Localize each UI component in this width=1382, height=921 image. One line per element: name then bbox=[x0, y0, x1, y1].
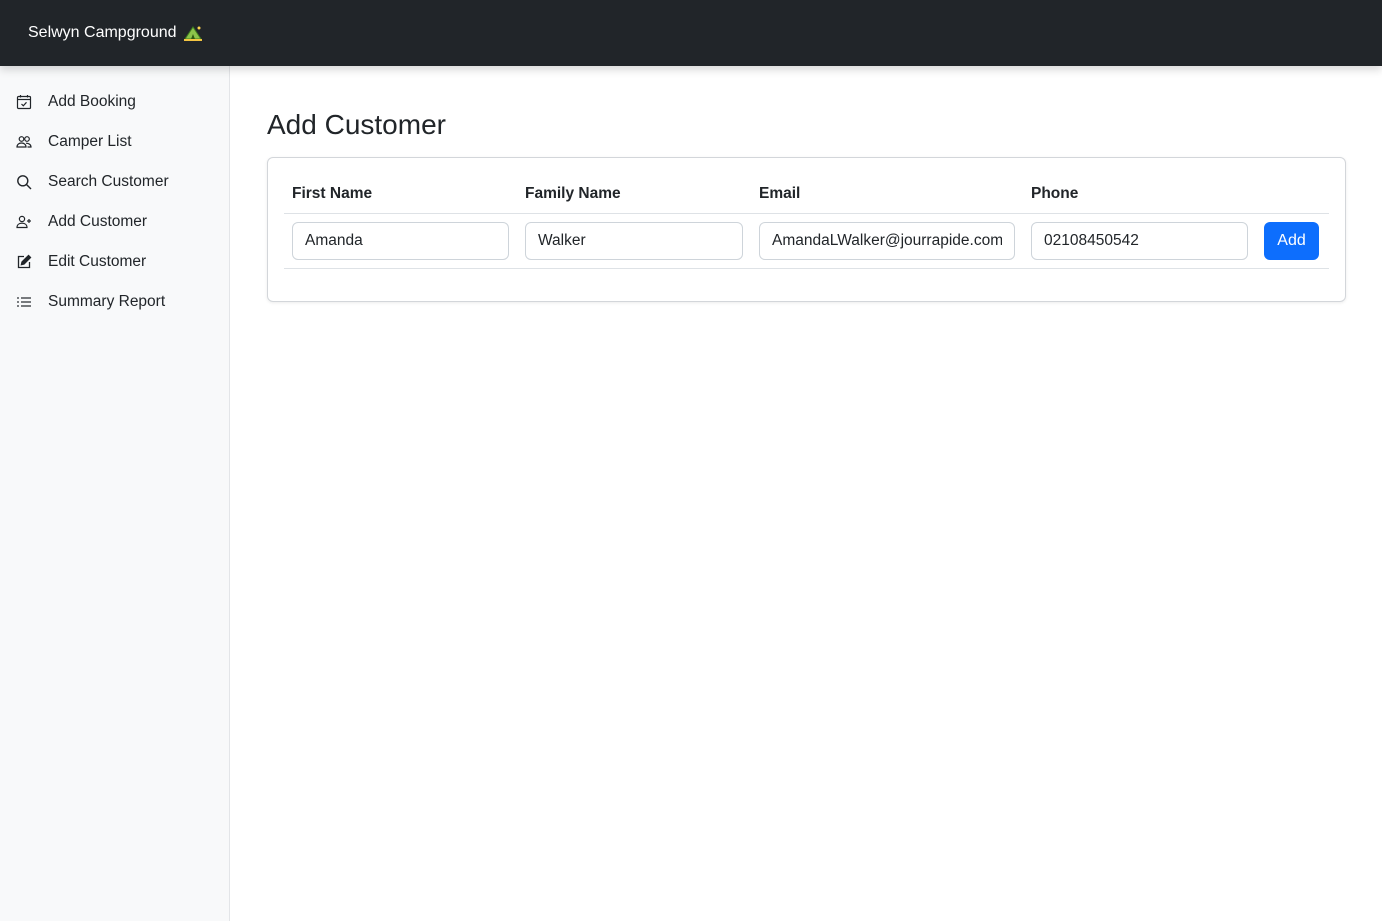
people-icon bbox=[16, 134, 32, 150]
sidebar-item-label: Edit Customer bbox=[48, 253, 147, 270]
sidebar-item-label: Add Booking bbox=[48, 93, 136, 110]
header-family-name: Family Name bbox=[517, 174, 751, 214]
pencil-square-icon bbox=[16, 254, 32, 270]
main-content: Add Customer First Name Family Name Emai… bbox=[267, 66, 1346, 302]
sidebar-item-search-customer[interactable]: Search Customer bbox=[0, 162, 229, 202]
sidebar-item-edit-customer[interactable]: Edit Customer bbox=[0, 242, 229, 282]
add-customer-card: First Name Family Name Email Phone Amand… bbox=[267, 157, 1346, 302]
brand-link[interactable]: Selwyn Campground bbox=[28, 23, 203, 43]
sidebar-item-summary-report[interactable]: Summary Report bbox=[0, 282, 229, 322]
add-customer-form: First Name Family Name Email Phone Amand… bbox=[284, 174, 1329, 269]
table-row: Add bbox=[284, 213, 1329, 269]
top-navbar: Selwyn Campground bbox=[0, 0, 1382, 66]
cell-phone bbox=[1023, 213, 1256, 269]
first-name-input[interactable] bbox=[292, 222, 509, 260]
header-first-name: First Name bbox=[284, 174, 517, 214]
sidebar-item-label: Summary Report bbox=[48, 293, 166, 310]
sidebar-item-add-customer[interactable]: Add Customer bbox=[0, 202, 229, 242]
cell-email bbox=[751, 213, 1023, 269]
header-email: Email bbox=[751, 174, 1023, 214]
sidebar-item-label: Camper List bbox=[48, 133, 132, 150]
cell-first-name bbox=[284, 213, 517, 269]
email-input[interactable] bbox=[759, 222, 1015, 260]
sidebar-item-label: Add Customer bbox=[48, 213, 148, 230]
search-icon bbox=[16, 174, 32, 190]
person-plus-icon bbox=[16, 214, 32, 230]
camping-tent-icon bbox=[183, 23, 203, 43]
header-action bbox=[1256, 174, 1329, 214]
customer-table: First Name Family Name Email Phone Amand… bbox=[284, 174, 1329, 269]
sidebar: Add Booking Camper List Search Customer bbox=[0, 66, 230, 921]
family-name-input[interactable] bbox=[525, 222, 743, 260]
page-title: Add Customer bbox=[267, 109, 446, 140]
header-phone: Phone bbox=[1023, 174, 1256, 214]
cell-action: Add bbox=[1256, 213, 1329, 269]
sidebar-item-camper-list[interactable]: Camper List bbox=[0, 122, 229, 162]
add-button[interactable]: Add bbox=[1264, 222, 1319, 260]
calendar-check-icon bbox=[16, 94, 32, 110]
sidebar-item-add-booking[interactable]: Add Booking bbox=[0, 82, 229, 122]
phone-input[interactable] bbox=[1031, 222, 1248, 260]
sidebar-item-label: Search Customer bbox=[48, 173, 169, 190]
brand-name: Selwyn Campground bbox=[28, 24, 177, 41]
table-header-row: First Name Family Name Email Phone bbox=[284, 174, 1329, 214]
cell-family-name bbox=[517, 213, 751, 269]
list-icon bbox=[16, 294, 32, 310]
